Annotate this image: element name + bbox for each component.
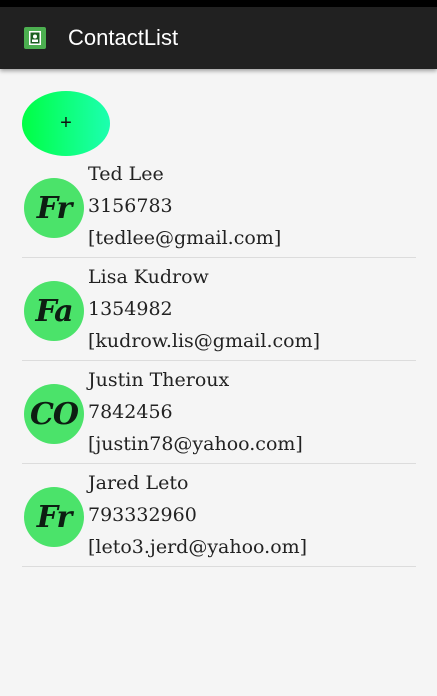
contact-avatar: Fa: [24, 281, 84, 341]
contact-phone: 3156783: [88, 195, 173, 217]
add-contact-label: +: [60, 112, 72, 134]
contact-name: Jared Leto: [88, 472, 189, 494]
contact-info: Lisa Kudrow 1354982 [kudrow.lis@gmail.co…: [88, 263, 320, 359]
contact-email: [leto3.jerd@yahoo.om]: [88, 536, 308, 558]
contact-phone: 793332960: [88, 504, 197, 526]
contact-avatar: Fr: [24, 178, 84, 238]
action-bar: ContactList: [0, 7, 437, 69]
contact-name: Lisa Kudrow: [88, 266, 209, 288]
contact-phone: 7842456: [88, 401, 173, 423]
contact-email: [tedlee@gmail.com]: [88, 227, 282, 249]
add-contact-button[interactable]: +: [22, 91, 110, 156]
contact-info: Ted Lee 3156783 [tedlee@gmail.com]: [88, 160, 281, 256]
app-root: ContactList + Fr Ted Lee 3156783 [tedlee…: [0, 0, 437, 696]
contact-email: [kudrow.lis@gmail.com]: [88, 330, 321, 352]
contact-book-icon: [24, 27, 46, 49]
contact-info: Jared Leto 793332960 [leto3.jerd@yahoo.o…: [88, 469, 307, 565]
contact-row[interactable]: CO Justin Theroux 7842456 [justin78@yaho…: [22, 366, 416, 464]
contact-name: Ted Lee: [88, 163, 164, 185]
contact-avatar: Fr: [24, 487, 84, 547]
contact-info: Justin Theroux 7842456 [justin78@yahoo.c…: [88, 366, 303, 462]
status-bar: [0, 0, 437, 7]
contact-row[interactable]: Fr Ted Lee 3156783 [tedlee@gmail.com]: [22, 160, 416, 258]
contact-email: [justin78@yahoo.com]: [88, 433, 303, 455]
contact-list: Fr Ted Lee 3156783 [tedlee@gmail.com] Fa…: [22, 160, 416, 572]
contact-row[interactable]: Fa Lisa Kudrow 1354982 [kudrow.lis@gmail…: [22, 263, 416, 361]
contact-phone: 1354982: [88, 298, 173, 320]
contact-avatar: CO: [24, 384, 84, 444]
app-title: ContactList: [68, 25, 179, 50]
contact-row[interactable]: Fr Jared Leto 793332960 [leto3.jerd@yaho…: [22, 469, 416, 567]
contact-name: Justin Theroux: [88, 369, 230, 391]
